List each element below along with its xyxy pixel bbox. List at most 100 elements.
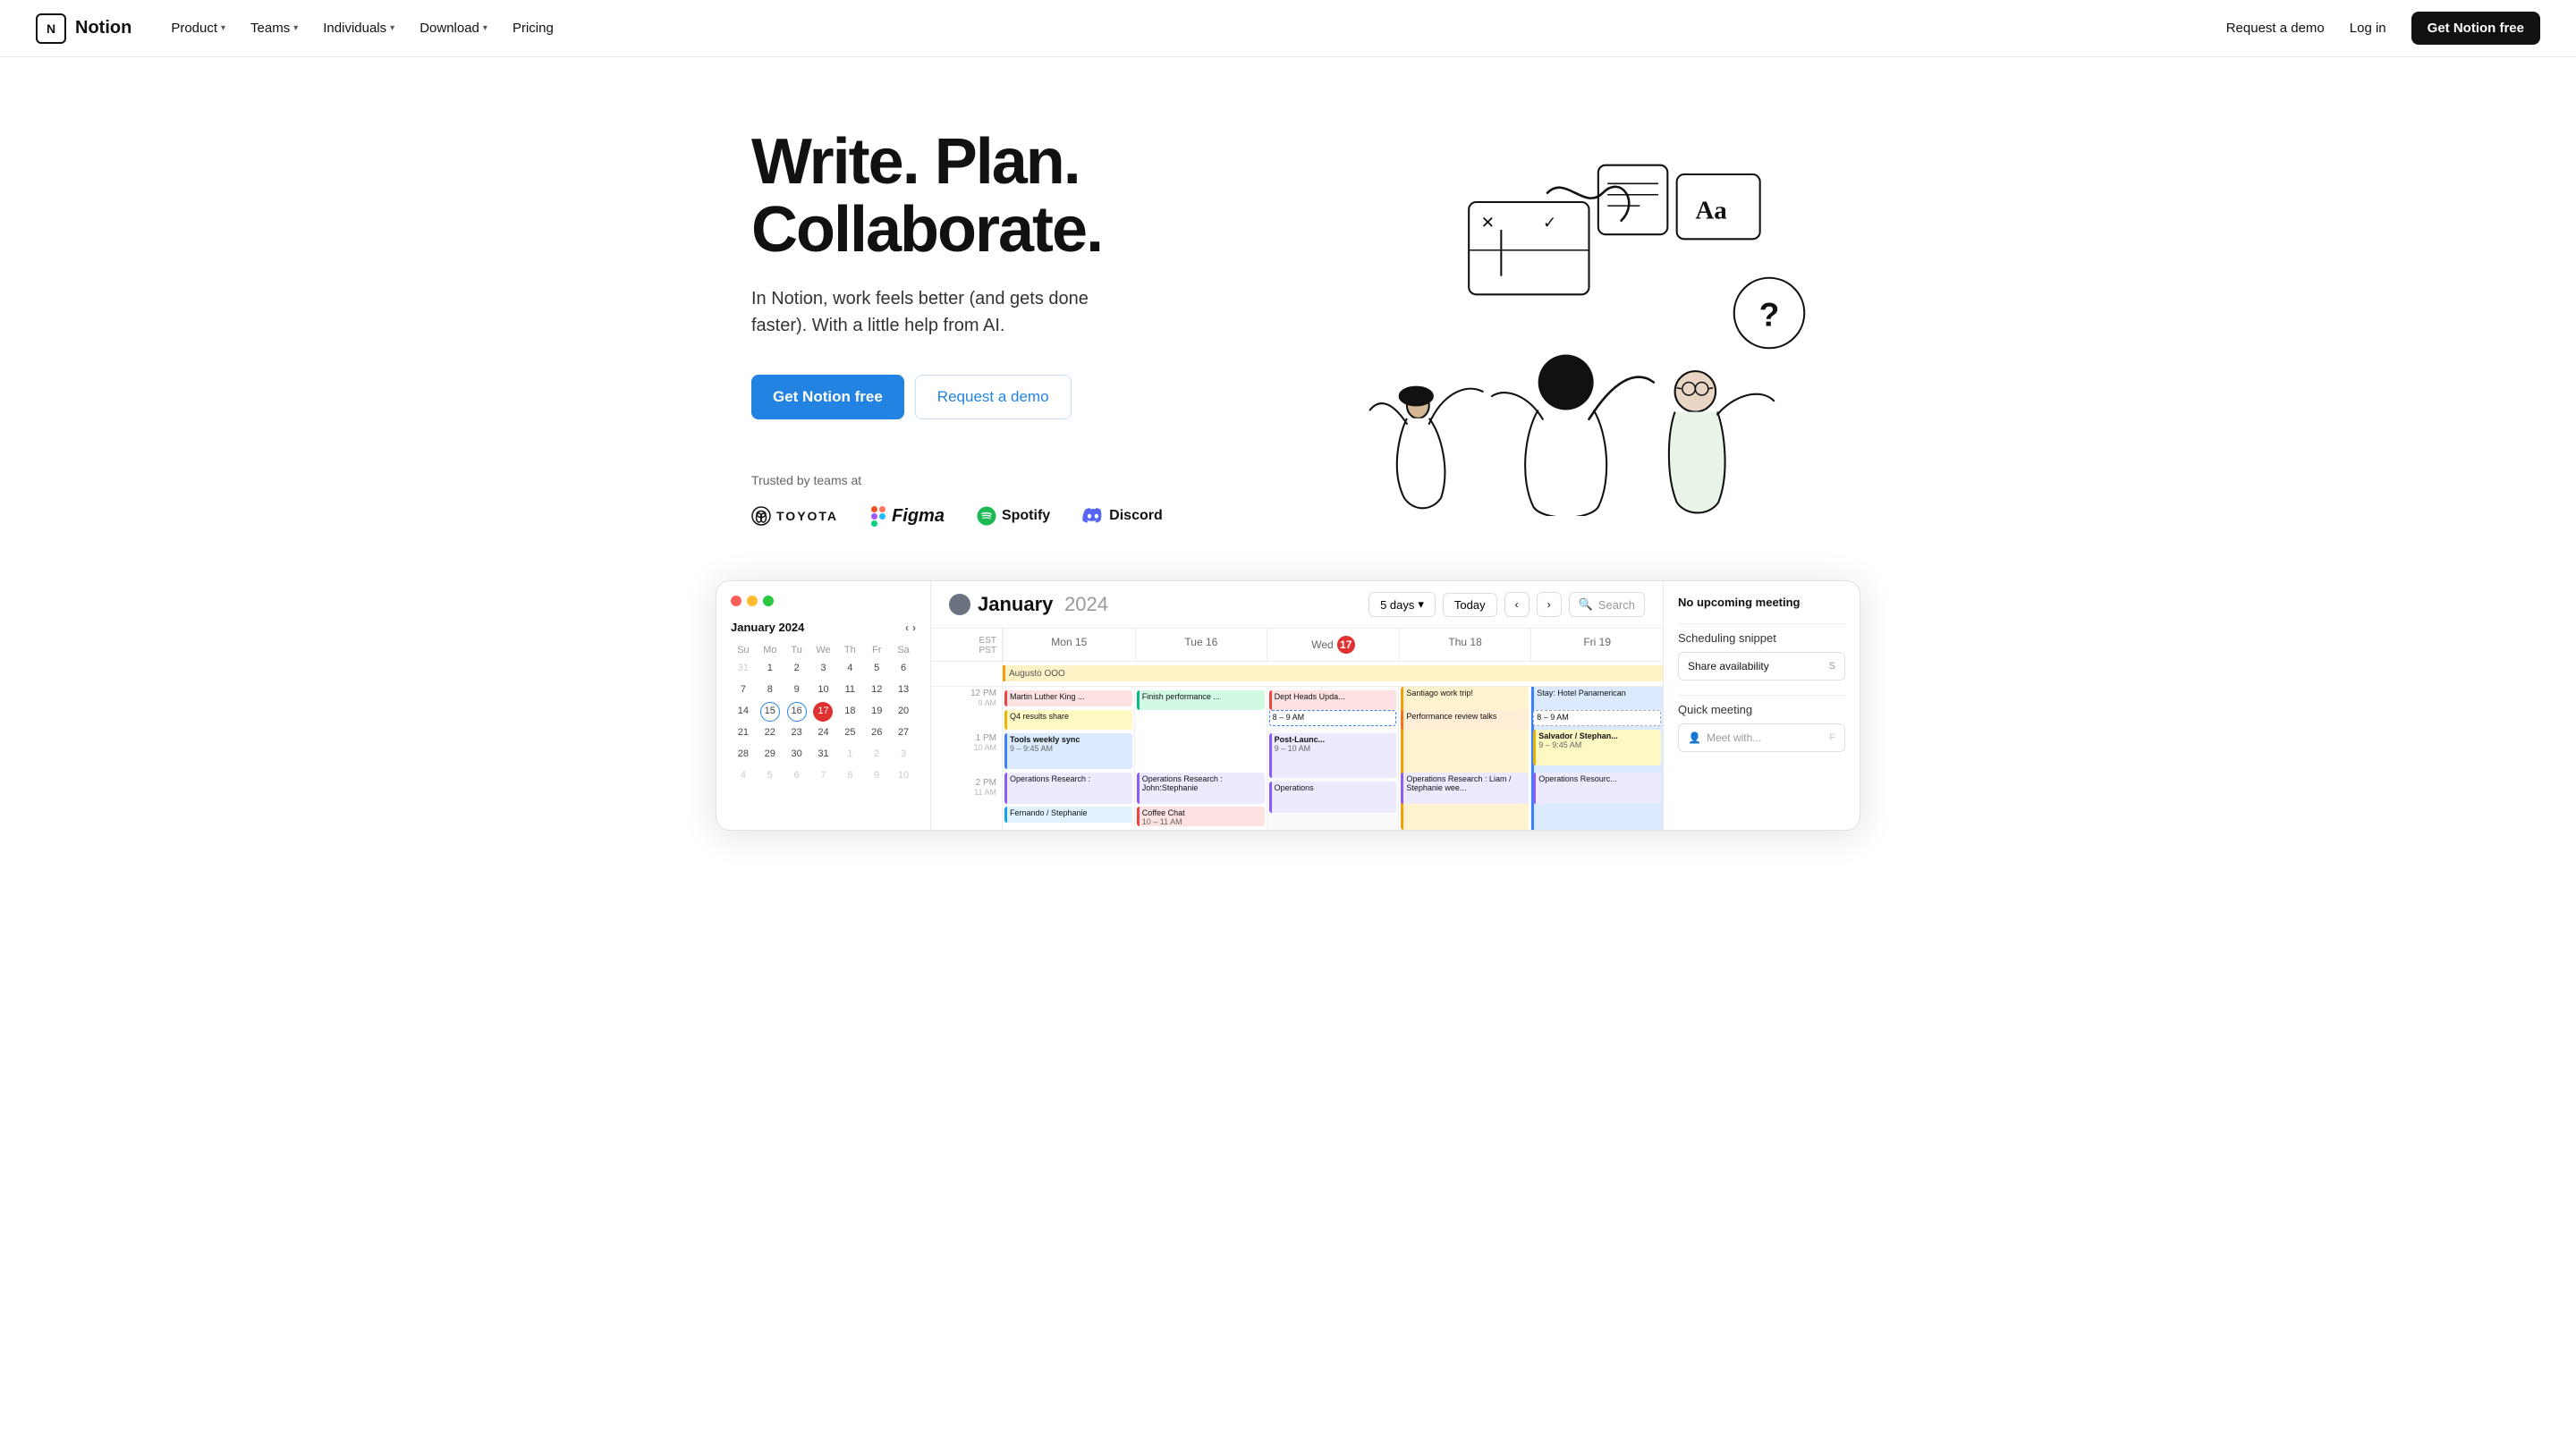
mini-cal-day[interactable]: 28 [733,745,753,765]
svg-text:?: ? [1759,295,1780,333]
mini-cal-day[interactable]: 9 [787,681,807,700]
mini-cal-day[interactable]: 3 [894,745,913,765]
day-col-thu-events: Santiago work trip! Performance review t… [1399,687,1531,830]
calendar-event[interactable]: Post-Launc... 9 – 10 AM [1269,733,1397,778]
hero-get-notion-free-button[interactable]: Get Notion free [751,375,904,419]
mini-cal-day[interactable]: 6 [894,659,913,679]
calendar-event[interactable]: Operations Research : [1004,773,1132,804]
mini-cal-day[interactable]: 10 [894,766,913,786]
divider [1678,623,1845,624]
mini-cal-day[interactable]: 4 [840,659,860,679]
mini-cal-next-button[interactable]: › [912,621,916,634]
calendar-event[interactable]: Performance review talks [1401,710,1529,730]
discord-logo: Discord [1082,508,1163,524]
mini-cal-day[interactable]: 3 [813,659,833,679]
maximize-window-button[interactable] [763,596,774,606]
mini-cal-day[interactable]: 15 [760,702,780,722]
today-date-badge: 17 [1337,636,1355,654]
calendar-search[interactable]: 🔍 Search [1569,592,1645,617]
calendar-event[interactable]: Coffee Chat 10 – 11 AM [1137,807,1265,826]
mini-cal-day[interactable]: 22 [760,723,780,743]
calendar-event[interactable]: Martin Luther King ... [1004,690,1132,706]
mini-cal-day[interactable]: 30 [787,745,807,765]
mini-cal-day[interactable]: 25 [840,723,860,743]
calendar-event[interactable]: Q4 results share [1004,710,1132,730]
navbar: N Notion Product ▾ Teams ▾ Individuals ▾… [0,0,2576,57]
calendar-event[interactable]: Operations Resourc... [1533,773,1661,804]
mini-cal-day[interactable]: 20 [894,702,913,722]
mini-cal-day[interactable]: 1 [840,745,860,765]
mini-cal-day[interactable]: 8 [840,766,860,786]
logo-icon: N [36,13,66,44]
mini-cal-day[interactable]: 19 [867,702,886,722]
calendar-event[interactable]: Operations [1269,782,1397,813]
mini-cal-day[interactable]: 10 [813,681,833,700]
calendar-prev-button[interactable]: ‹ [1504,592,1530,617]
mini-cal-day[interactable]: 27 [894,723,913,743]
nav-pricing[interactable]: Pricing [502,13,564,43]
calendar-event[interactable]: Fernando / Stephanie [1004,807,1132,823]
mini-cal-day[interactable]: 11 [840,681,860,700]
mini-cal-day[interactable]: 21 [733,723,753,743]
mini-cal-day[interactable]: 31 [733,659,753,679]
mini-cal-day[interactable]: 24 [813,723,833,743]
share-availability-button[interactable]: Share availability S [1678,652,1845,681]
calendar-event[interactable]: Finish performance ... [1137,690,1265,710]
mini-cal-day[interactable]: 31 [813,745,833,765]
mini-cal-day[interactable]: 5 [760,766,780,786]
mini-cal-month-label: January 2024 [731,621,804,634]
toyota-logo: TOYOTA [751,506,838,526]
nav-teams[interactable]: Teams ▾ [240,13,309,43]
mini-cal-today[interactable]: 17 [813,702,833,722]
time-zone-headers: EST PST [931,629,1003,661]
calendar-event[interactable]: 8 – 9 AM [1533,710,1661,726]
mini-cal-day[interactable]: 4 [733,766,753,786]
calendar-event[interactable]: Salvador / Stephan... 9 – 9:45 AM [1533,730,1661,765]
calendar-event[interactable]: Dept Heads Upda... [1269,690,1397,710]
mini-calendar-grid: Su Mo Tu We Th Fr Sa 31 1 2 3 4 5 6 7 8 … [731,643,916,786]
mini-cal-day[interactable]: 14 [733,702,753,722]
nav-individuals[interactable]: Individuals ▾ [312,13,405,43]
mini-cal-day[interactable]: 12 [867,681,886,700]
mini-cal-day[interactable]: 7 [733,681,753,700]
minimize-window-button[interactable] [747,596,758,606]
calendar-event[interactable]: Operations Research : John:Stephanie [1137,773,1265,804]
mini-cal-day[interactable]: 2 [787,659,807,679]
mini-cal-day[interactable]: 8 [760,681,780,700]
nav-product[interactable]: Product ▾ [160,13,236,43]
5-days-view-button[interactable]: 5 days ▾ [1368,592,1436,617]
login-link[interactable]: Log in [2339,13,2397,43]
mini-cal-prev-button[interactable]: ‹ [905,621,909,634]
mini-cal-day[interactable]: 18 [840,702,860,722]
day-col-thu: Thu 18 [1399,629,1531,661]
calendar-day-columns: Martin Luther King ... Q4 results share … [1003,687,1663,830]
calendar-title: January 2024 [978,592,1108,617]
calendar-event[interactable]: Tools weekly sync 9 – 9:45 AM [1004,733,1132,769]
request-demo-link[interactable]: Request a demo [2226,21,2325,36]
calendar-event[interactable]: 8 – 9 AM [1269,710,1397,726]
mini-cal-day[interactable]: 5 [867,659,886,679]
meet-with-input[interactable]: 👤 Meet with... F [1678,723,1845,752]
calendar-event[interactable]: Operations Research : Liam / Stephanie w… [1401,773,1529,804]
today-button[interactable]: Today [1443,593,1497,617]
figma-logo: Figma [870,505,945,527]
mini-cal-day[interactable]: 13 [894,681,913,700]
nav-download[interactable]: Download ▾ [409,13,498,43]
mini-cal-day[interactable]: 1 [760,659,780,679]
mini-cal-day[interactable]: 2 [867,745,886,765]
get-notion-free-button[interactable]: Get Notion free [2411,12,2540,45]
mini-cal-day[interactable]: 29 [760,745,780,765]
mini-cal-day[interactable]: 26 [867,723,886,743]
upcoming-meeting-section: No upcoming meeting [1678,596,1845,609]
mini-cal-day[interactable]: 9 [867,766,886,786]
mini-cal-day[interactable]: 6 [787,766,807,786]
calendar-next-button[interactable]: › [1537,592,1562,617]
close-window-button[interactable] [731,596,741,606]
calendar-event[interactable]: Santiago work trip! [1401,687,1529,830]
ooo-event[interactable]: Augusto OOO [1003,665,1663,681]
mini-cal-day[interactable]: 23 [787,723,807,743]
hero-request-demo-button[interactable]: Request a demo [915,375,1072,419]
logo[interactable]: N Notion [36,13,131,44]
mini-cal-day[interactable]: 7 [813,766,833,786]
mini-cal-day[interactable]: 16 [787,702,807,722]
